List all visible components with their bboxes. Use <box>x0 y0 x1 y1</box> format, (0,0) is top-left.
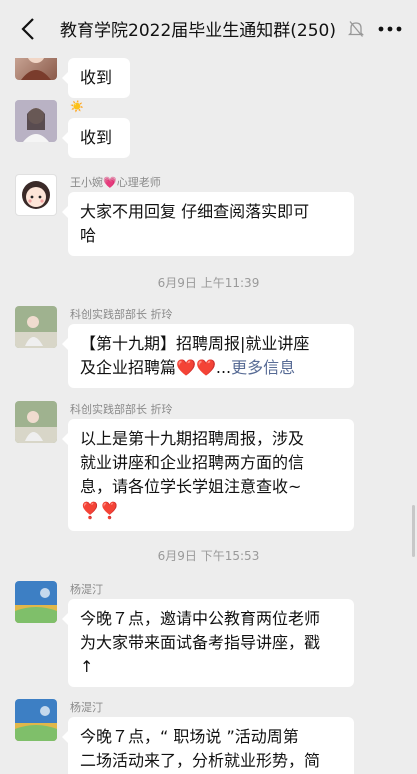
message-bubble[interactable]: 以上是第十九期招聘周报，涉及 就业讲座和企业招聘两方面的信 息，请各位学长学姐注… <box>62 419 354 531</box>
message-text-line: 就业讲座和企业招聘两方面的信 <box>80 453 305 472</box>
avatar-image <box>15 699 57 741</box>
message-text-line: 大家不用回复 仔细查阅落实即可 <box>80 202 310 221</box>
heart-emoji: ❣️❣️ <box>80 501 120 520</box>
avatar-image <box>15 306 57 348</box>
avatar[interactable] <box>15 699 57 741</box>
sender-name: 杨湜汀 <box>70 701 103 714</box>
avatar[interactable] <box>15 401 57 443</box>
message-text-line: 今晚７点，邀请中公教育两位老师 <box>80 609 321 628</box>
message-list[interactable]: 收到 ☀️ 收到 王小婉💗心理老师 大家不用回复 仔细查阅落实即可 哈 6月9日… <box>0 58 417 774</box>
more-dots-icon <box>378 26 402 32</box>
chat-title: 教育学院2022届毕业生通知群(250) <box>60 21 336 41</box>
more-info-link[interactable]: 更多信息 <box>231 358 295 377</box>
bell-off-icon <box>348 21 364 37</box>
message-bubble[interactable]: 今晚７点，“ 职场说 ”活动周第 二场活动来了，分析就业形势，简 <box>62 717 354 774</box>
avatar-image <box>15 100 57 142</box>
sender-name: 科创实践部部长 折玲 <box>70 403 173 416</box>
sender-name: 科创实践部部长 折玲 <box>70 308 173 321</box>
message-text-line: ↑ <box>80 657 94 676</box>
avatar[interactable] <box>15 100 57 142</box>
avatar[interactable] <box>15 174 57 216</box>
back-button[interactable] <box>14 14 42 44</box>
chat-header: 教育学院2022届毕业生通知群(250) <box>0 0 417 58</box>
message-text-line: 息，请各位学长学姐注意查收~ <box>80 477 302 496</box>
avatar[interactable] <box>15 58 57 80</box>
timestamp: 6月9日 下午15:53 <box>157 549 260 563</box>
message-text: 及企业招聘篇 <box>80 358 177 377</box>
message-text: 收到 <box>80 128 113 147</box>
sender-name: ☀️ <box>70 100 84 113</box>
sender-role: 心理老师 <box>116 176 161 189</box>
message-text-line: 及企业招聘篇❤️❤️...更多信息 <box>80 356 342 380</box>
message-text: 收到 <box>80 68 113 87</box>
message-bubble[interactable]: 【第十九期】招聘周报|就业讲座 及企业招聘篇❤️❤️...更多信息 <box>62 324 354 388</box>
more-button[interactable] <box>374 14 406 44</box>
message-text-line: 二场活动来了，分析就业形势，简 <box>80 751 321 770</box>
message-text-line: 【第十九期】招聘周报|就业讲座 <box>80 334 310 353</box>
avatar-image <box>15 581 57 623</box>
message-bubble[interactable]: 收到 <box>62 118 130 158</box>
scrollbar[interactable] <box>412 505 415 557</box>
avatar-image <box>15 401 57 443</box>
sender-name: 王小婉💗心理老师 <box>70 174 161 190</box>
heart-emoji: 💗 <box>103 176 117 189</box>
avatar[interactable] <box>15 306 57 348</box>
message-text-line: 以上是第十九期招聘周报，涉及 <box>80 429 305 448</box>
heart-emoji: ❤️❤️ <box>176 358 216 377</box>
ellipsis: ... <box>215 358 232 377</box>
sender-name-text: 王小婉 <box>70 176 103 189</box>
avatar-image <box>22 181 50 209</box>
avatar[interactable] <box>15 581 57 623</box>
message-bubble[interactable]: 今晚７点，邀请中公教育两位老师 为大家带来面试备考指导讲座，戳 ↑ <box>62 599 354 687</box>
message-bubble[interactable]: 收到 <box>62 58 130 98</box>
chevron-left-icon <box>21 18 34 40</box>
timestamp: 6月9日 上午11:39 <box>157 276 260 290</box>
sender-name: 杨湜汀 <box>70 583 103 596</box>
avatar-image <box>21 58 51 80</box>
message-text-line: 哈 <box>80 226 97 245</box>
message-text-line: 今晚７点，“ 职场说 ”活动周第 <box>80 727 299 746</box>
message-text-line: 为大家带来面试备考指导讲座，戳 <box>80 633 321 652</box>
message-bubble[interactable]: 大家不用回复 仔细查阅落实即可 哈 <box>62 192 354 256</box>
